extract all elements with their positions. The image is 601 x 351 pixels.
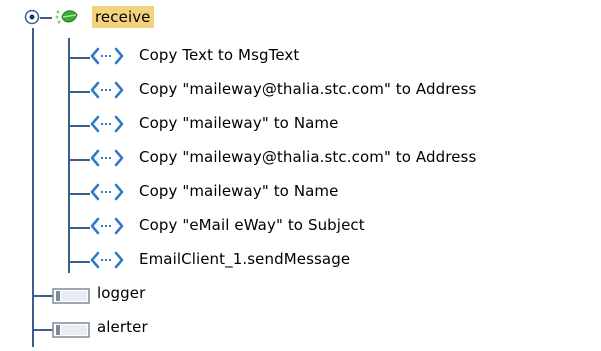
tree-node-label: receive [92, 6, 154, 28]
tree-node-operation[interactable]: Copy Text to MsgText [0, 38, 560, 72]
tree-node-receive[interactable]: receive [0, 0, 200, 34]
tree-line-branch [68, 227, 90, 229]
expand-toggle-icon[interactable] [24, 9, 40, 25]
component-icon [52, 288, 90, 304]
operation-label: Copy "maileway" to Name [139, 182, 339, 200]
operation-label: Copy "maileway@thalia.stc.com" to Addres… [139, 148, 477, 166]
tree-node-label: alerter [97, 318, 148, 336]
operation-label: Copy "eMail eWay" to Subject [139, 216, 365, 234]
tree-line-branch [32, 329, 54, 331]
operation-label: Copy Text to MsgText [139, 46, 300, 64]
tree-line-branch [68, 159, 90, 161]
tree-line-branch [68, 193, 90, 195]
tree-node-operation[interactable]: Copy "maileway" to Name [0, 106, 560, 140]
operation-label: EmailClient_1.sendMessage [139, 250, 351, 268]
tree-line-branch [68, 125, 90, 127]
operation-label: Copy "maileway@thalia.stc.com" to Addres… [139, 80, 477, 98]
tree-line-branch [68, 91, 90, 93]
copy-icon [90, 251, 124, 269]
tree-view: receive Copy Text to MsgText Copy "maile… [0, 0, 601, 351]
tree-node-operation[interactable]: EmailClient_1.sendMessage [0, 242, 560, 276]
tree-line-branch [32, 295, 54, 297]
copy-icon [90, 149, 124, 167]
tree-node-label: logger [97, 284, 146, 302]
tree-node-logger[interactable]: logger [0, 276, 240, 310]
copy-icon [90, 47, 124, 65]
tree-node-operation[interactable]: Copy "maileway" to Name [0, 174, 560, 208]
tree-node-operation[interactable]: Copy "maileway@thalia.stc.com" to Addres… [0, 140, 601, 174]
operation-label: Copy "maileway" to Name [139, 114, 339, 132]
tree-node-operation[interactable]: Copy "eMail eWay" to Subject [0, 208, 560, 242]
component-icon [52, 322, 90, 338]
tree-line-branch [68, 261, 90, 263]
tree-node-operation[interactable]: Copy "maileway@thalia.stc.com" to Addres… [0, 72, 601, 106]
copy-icon [90, 217, 124, 235]
copy-icon [90, 115, 124, 133]
tree-node-alerter[interactable]: alerter [0, 310, 240, 344]
copy-icon [90, 81, 124, 99]
leaf-icon [55, 10, 78, 24]
copy-icon [90, 183, 124, 201]
tree-line-branch [68, 57, 90, 59]
